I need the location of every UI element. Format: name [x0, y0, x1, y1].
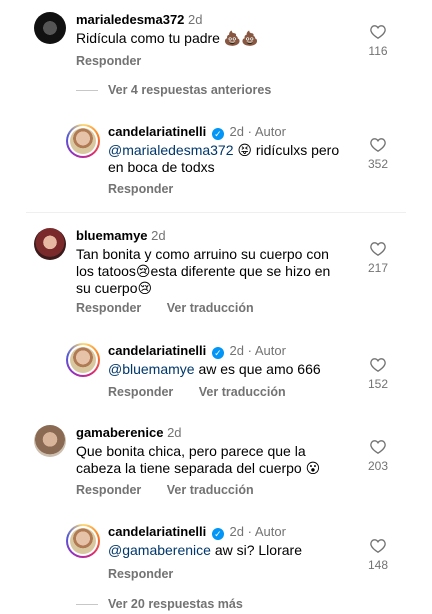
avatar[interactable]: [34, 228, 66, 260]
avatar[interactable]: [34, 425, 66, 457]
reply-button[interactable]: Responder: [108, 182, 173, 196]
see-translation-button[interactable]: Ver traducción: [167, 301, 254, 315]
username[interactable]: marialedesma372: [76, 12, 184, 27]
comment-header: candelariatinelli ✓ 2d · Autor: [108, 343, 286, 359]
avatar[interactable]: [66, 524, 100, 558]
comment-header: bluemamye 2d: [76, 228, 166, 243]
author-label: Autor: [254, 124, 286, 139]
username[interactable]: candelariatinelli: [108, 343, 206, 358]
username[interactable]: bluemamye: [76, 228, 148, 243]
comment-actions: Responder Ver traducción: [76, 483, 276, 497]
divider: [76, 90, 98, 92]
reply-button[interactable]: Responder: [76, 54, 141, 68]
like-button[interactable]: 116: [366, 24, 390, 58]
comment-actions: Responder: [76, 54, 163, 68]
divider: [26, 212, 406, 213]
like-button[interactable]: 148: [366, 538, 390, 572]
author-label: Autor: [254, 343, 286, 358]
author-label: Autor: [254, 524, 286, 539]
username[interactable]: gamaberenice: [76, 425, 163, 440]
timestamp: 2d: [188, 12, 203, 27]
divider: [76, 604, 98, 606]
heart-outline-icon: [370, 539, 386, 553]
heart-outline-icon: [370, 440, 386, 454]
mention-link[interactable]: @marialedesma372: [108, 142, 234, 158]
verified-badge-icon: ✓: [211, 128, 224, 140]
comment-actions: Responder: [108, 567, 195, 581]
comment-text: @gamaberenice aw si? Llorare: [108, 542, 302, 558]
timestamp: 2d: [167, 425, 182, 440]
reply-button[interactable]: Responder: [108, 385, 173, 399]
heart-outline-icon: [370, 138, 386, 152]
comment-actions: Responder Ver traducción: [76, 301, 276, 315]
view-more-replies[interactable]: Ver 20 respuestas más: [76, 597, 243, 611]
view-previous-replies[interactable]: Ver 4 respuestas anteriores: [76, 83, 271, 97]
comment-header: marialedesma372 2d: [76, 12, 203, 27]
comment-header: candelariatinelli ✓ 2d · Autor: [108, 524, 286, 540]
like-button[interactable]: 352: [366, 137, 390, 171]
like-count: 217: [367, 261, 389, 275]
avatar[interactable]: [66, 343, 100, 377]
verified-badge-icon: ✓: [211, 528, 224, 540]
reply-button[interactable]: Responder: [76, 301, 141, 315]
heart-outline-icon: [370, 242, 386, 256]
like-count: 148: [367, 558, 389, 572]
comment-header: candelariatinelli ✓ 2d · Autor: [108, 124, 286, 140]
heart-outline-icon: [370, 358, 386, 372]
comment-actions: Responder: [108, 182, 195, 196]
like-count: 203: [367, 459, 389, 473]
avatar[interactable]: [34, 12, 66, 44]
like-count: 352: [367, 157, 389, 171]
timestamp: 2d: [229, 124, 244, 139]
verified-badge-icon: ✓: [211, 347, 224, 359]
timestamp: 2d: [229, 524, 244, 539]
like-button[interactable]: 203: [366, 439, 390, 473]
like-count: 116: [368, 44, 388, 58]
reply-button[interactable]: Responder: [108, 567, 173, 581]
heart-outline-icon: [370, 25, 386, 39]
comment-text: Ridícula como tu padre 💩💩: [76, 30, 259, 46]
avatar[interactable]: [66, 124, 100, 158]
like-button[interactable]: 217: [366, 241, 390, 275]
like-button[interactable]: 152: [366, 357, 390, 391]
reply-button[interactable]: Responder: [76, 483, 141, 497]
see-translation-button[interactable]: Ver traducción: [199, 385, 286, 399]
like-count: 152: [367, 377, 389, 391]
mention-link[interactable]: @gamaberenice: [108, 542, 211, 558]
username[interactable]: candelariatinelli: [108, 124, 206, 139]
comment-text: Que bonita chica, pero parece que la cab…: [76, 443, 321, 476]
comment-actions: Responder Ver traducción: [108, 385, 308, 399]
see-translation-button[interactable]: Ver traducción: [167, 483, 254, 497]
username[interactable]: candelariatinelli: [108, 524, 206, 539]
comment-text: @bluemamye aw es que amo 666: [108, 361, 321, 377]
timestamp: 2d: [151, 228, 166, 243]
comment-text: Tan bonita y como arruino su cuerpo con …: [76, 246, 331, 296]
timestamp: 2d: [229, 343, 244, 358]
comment-text: @marialedesma372 😝 ridículxs pero en boc…: [108, 142, 340, 175]
mention-link[interactable]: @bluemamye: [108, 361, 195, 377]
comment-header: gamaberenice 2d: [76, 425, 182, 440]
